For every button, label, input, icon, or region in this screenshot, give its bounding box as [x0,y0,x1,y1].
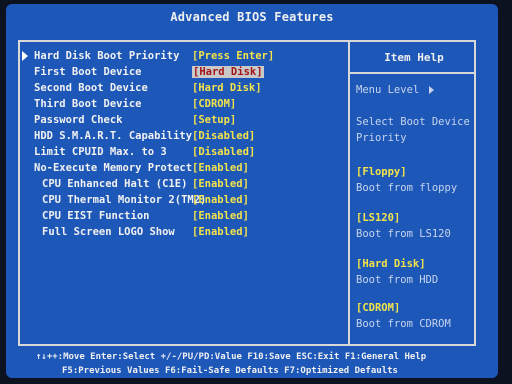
help-option-desc: Boot from LS120 [356,228,451,240]
panel-divider [348,42,350,344]
page-title: Advanced BIOS Features [170,10,334,24]
setting-value[interactable]: [CDROM] [192,98,236,110]
menu-level-label: Menu Level [356,84,420,96]
help-text-line: Select Boot Device [356,116,470,128]
setting-label: Third Boot Device [34,98,142,110]
setting-value[interactable]: [Disabled] [192,146,255,158]
help-option-desc: Boot from floppy [356,182,458,194]
setting-value[interactable]: [Enabled] [192,210,249,222]
footer-keys-line1: ↑↓++:Move Enter:Select +/-/PU/PD:Value F… [36,352,427,362]
setting-value[interactable]: [Setup] [192,114,236,126]
help-option-key: [Floppy] [356,166,407,178]
setting-label: Password Check [34,114,123,126]
setting-value[interactable]: [Enabled] [192,178,249,190]
setting-label: No-Execute Memory Protect [34,162,193,174]
help-option-desc: Boot from CDROM [356,318,451,330]
help-header-separator [350,72,476,74]
setting-label: Full Screen LOGO Show [42,226,175,238]
help-option-key: [CDROM] [356,302,401,314]
main-frame: Hard Disk Boot Priority [Press Enter] Fi… [18,40,476,346]
menu-level-arrow-icon [429,86,435,94]
setting-value-selected[interactable]: [Hard Disk] [192,66,264,78]
menu-level: Menu Level [356,84,435,96]
setting-label: HDD S.M.A.R.T. Capability [34,130,193,142]
setting-label: Limit CPUID Max. to 3 [34,146,167,158]
setting-value[interactable]: [Enabled] [192,162,249,174]
setting-label: CPU Thermal Monitor 2(TM2) [42,194,207,206]
help-option-key: [LS120] [356,212,401,224]
setting-label: CPU Enhanced Halt (C1E) [42,178,188,190]
footer-keys-line2: F5:Previous Values F6:Fail-Safe Defaults… [62,366,398,376]
setting-value[interactable]: [Press Enter] [192,50,274,62]
help-text-line: Priority [356,132,407,144]
setting-value[interactable]: [Hard Disk] [192,82,262,94]
help-option-desc: Boot from HDD [356,274,439,286]
setting-value[interactable]: [Disabled] [192,130,255,142]
help-option-key: [Hard Disk] [356,258,426,270]
setting-value[interactable]: [Enabled] [192,194,249,206]
setting-value[interactable]: [Enabled] [192,226,249,238]
setting-label: CPU EIST Function [42,210,150,222]
setting-label: Hard Disk Boot Priority [34,50,180,62]
setting-label: Second Boot Device [34,82,148,94]
bios-screen: Advanced BIOS Features Hard Disk Boot Pr… [6,4,498,378]
setting-label: First Boot Device [34,66,142,78]
item-help-title: Item Help [384,51,444,64]
submenu-arrow-icon [22,51,28,61]
